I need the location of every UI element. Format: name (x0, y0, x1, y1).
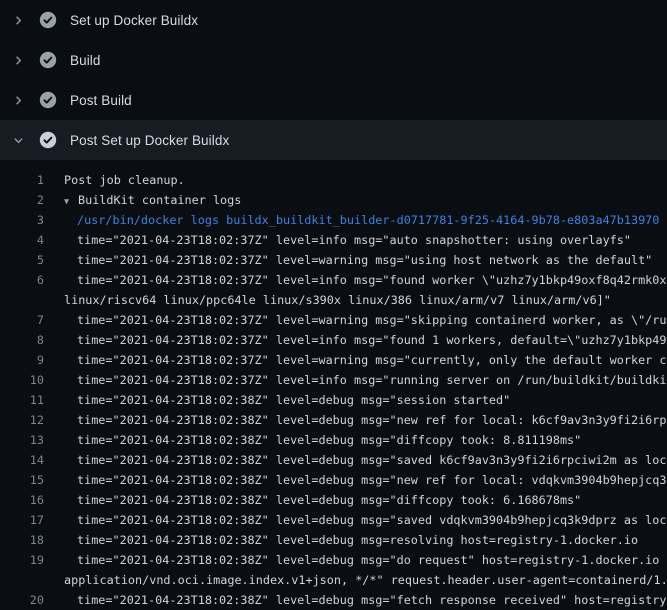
log-line: 5 time="2021-04-23T18:02:37Z" level=warni… (0, 250, 667, 270)
log-text: time="2021-04-23T18:02:38Z" level=debug … (77, 470, 667, 490)
line-number[interactable]: 8 (0, 330, 44, 350)
line-number[interactable]: 9 (0, 350, 44, 370)
log-line-wrap: application/vnd.oci.image.index.v1+json,… (0, 570, 667, 590)
step-title: Set up Docker Buildx (70, 13, 198, 28)
line-number (0, 290, 44, 310)
step-row-set-up-docker-buildx[interactable]: Set up Docker Buildx (0, 0, 667, 40)
step-title: Post Build (70, 93, 132, 108)
line-number[interactable]: 15 (0, 470, 44, 490)
log-text: time="2021-04-23T18:02:38Z" level=debug … (77, 450, 667, 470)
log-text: time="2021-04-23T18:02:37Z" level=info m… (77, 230, 631, 250)
chevron-down-icon (10, 132, 26, 148)
log-text: application/vnd.oci.image.index.v1+json,… (64, 570, 667, 590)
steps-list: Set up Docker Buildx Build Post Build Post … (0, 0, 667, 160)
check-circle-icon (39, 131, 57, 149)
chevron-right-icon (10, 12, 26, 28)
line-number[interactable]: 17 (0, 510, 44, 530)
log-line: 4 time="2021-04-23T18:02:37Z" level=info … (0, 230, 667, 250)
step-row-post-build[interactable]: Post Build (0, 80, 667, 120)
line-number[interactable]: 16 (0, 490, 44, 510)
line-number[interactable]: 14 (0, 450, 44, 470)
line-number[interactable]: 3 (0, 210, 44, 230)
log-line: 20 time="2021-04-23T18:02:38Z" level=debu… (0, 590, 667, 610)
line-number[interactable]: 7 (0, 310, 44, 330)
line-number[interactable]: 5 (0, 250, 44, 270)
log-text: time="2021-04-23T18:02:37Z" level=warnin… (77, 250, 652, 270)
log-line: 9 time="2021-04-23T18:02:37Z" level=warni… (0, 350, 667, 370)
collapse-triangle-icon[interactable]: ▼ (64, 192, 78, 212)
log-line: 8 time="2021-04-23T18:02:37Z" level=info … (0, 330, 667, 350)
line-number[interactable]: 6 (0, 270, 44, 290)
log-line: 16 time="2021-04-23T18:02:38Z" level=debu… (0, 490, 667, 510)
check-circle-icon (39, 91, 57, 109)
log-text: time="2021-04-23T18:02:38Z" level=debug … (77, 530, 638, 550)
log-text: time="2021-04-23T18:02:37Z" level=info m… (77, 270, 667, 290)
step-row-post-set-up-docker-buildx[interactable]: Post Set up Docker Buildx (0, 120, 667, 160)
log-line: 11 time="2021-04-23T18:02:38Z" level=debu… (0, 390, 667, 410)
line-number[interactable]: 20 (0, 590, 44, 610)
log-text: time="2021-04-23T18:02:38Z" level=debug … (77, 510, 667, 530)
log-line: 6 time="2021-04-23T18:02:37Z" level=info … (0, 270, 667, 290)
line-number[interactable]: 13 (0, 430, 44, 450)
log-text: time="2021-04-23T18:02:37Z" level=info m… (77, 370, 667, 390)
log-text: time="2021-04-23T18:02:38Z" level=debug … (77, 590, 667, 610)
log-line: 13 time="2021-04-23T18:02:38Z" level=debu… (0, 430, 667, 450)
log-line: 19 time="2021-04-23T18:02:38Z" level=debu… (0, 550, 667, 570)
log-text: time="2021-04-23T18:02:38Z" level=debug … (77, 550, 667, 570)
line-number[interactable]: 19 (0, 550, 44, 570)
check-circle-icon (39, 51, 57, 69)
line-number[interactable]: 11 (0, 390, 44, 410)
step-row-build[interactable]: Build (0, 40, 667, 80)
log-text: Post job cleanup. (64, 170, 185, 190)
chevron-right-icon (10, 92, 26, 108)
log-text: linux/riscv64 linux/ppc64le linux/s390x … (64, 290, 611, 310)
log-line: 10 time="2021-04-23T18:02:37Z" level=info… (0, 370, 667, 390)
log-text: time="2021-04-23T18:02:37Z" level=info m… (77, 330, 667, 350)
log-line: 18 time="2021-04-23T18:02:38Z" level=debu… (0, 530, 667, 550)
log-line-wrap: linux/riscv64 linux/ppc64le linux/s390x … (0, 290, 667, 310)
step-title: Build (70, 53, 101, 68)
log-group-row: ▼BuildKit container logs (64, 190, 241, 210)
log-line: 17 time="2021-04-23T18:02:38Z" level=debu… (0, 510, 667, 530)
log-line: 2 ▼BuildKit container logs (0, 190, 667, 210)
log-group-toggle[interactable]: BuildKit container logs (78, 193, 241, 207)
log-text: time="2021-04-23T18:02:38Z" level=debug … (77, 390, 510, 410)
line-number[interactable]: 2 (0, 190, 44, 210)
log-text: time="2021-04-23T18:02:38Z" level=debug … (77, 430, 581, 450)
log-text: time="2021-04-23T18:02:37Z" level=warnin… (77, 310, 667, 330)
line-number[interactable]: 4 (0, 230, 44, 250)
chevron-right-icon (10, 52, 26, 68)
log-line: 3/usr/bin/docker logs buildx_buildkit_bu… (0, 210, 667, 230)
log-text: time="2021-04-23T18:02:38Z" level=debug … (77, 490, 581, 510)
log-line: 1 Post job cleanup. (0, 170, 667, 190)
log-line: 15 time="2021-04-23T18:02:38Z" level=debu… (0, 470, 667, 490)
check-circle-icon (39, 11, 57, 29)
log-text: time="2021-04-23T18:02:37Z" level=warnin… (77, 350, 667, 370)
log-container: 1 Post job cleanup. 2 ▼BuildKit container l… (0, 160, 667, 610)
log-line: 7 time="2021-04-23T18:02:37Z" level=warni… (0, 310, 667, 330)
log-text: time="2021-04-23T18:02:38Z" level=debug … (77, 410, 667, 430)
line-number[interactable]: 18 (0, 530, 44, 550)
log-command-text: /usr/bin/docker logs buildx_buildkit_bui… (77, 210, 659, 230)
log-line: 14 time="2021-04-23T18:02:38Z" level=debu… (0, 450, 667, 470)
step-title: Post Set up Docker Buildx (70, 133, 229, 148)
log-line: 12 time="2021-04-23T18:02:38Z" level=debu… (0, 410, 667, 430)
line-number[interactable]: 12 (0, 410, 44, 430)
line-number (0, 570, 44, 590)
line-number[interactable]: 10 (0, 370, 44, 390)
line-number[interactable]: 1 (0, 170, 44, 190)
